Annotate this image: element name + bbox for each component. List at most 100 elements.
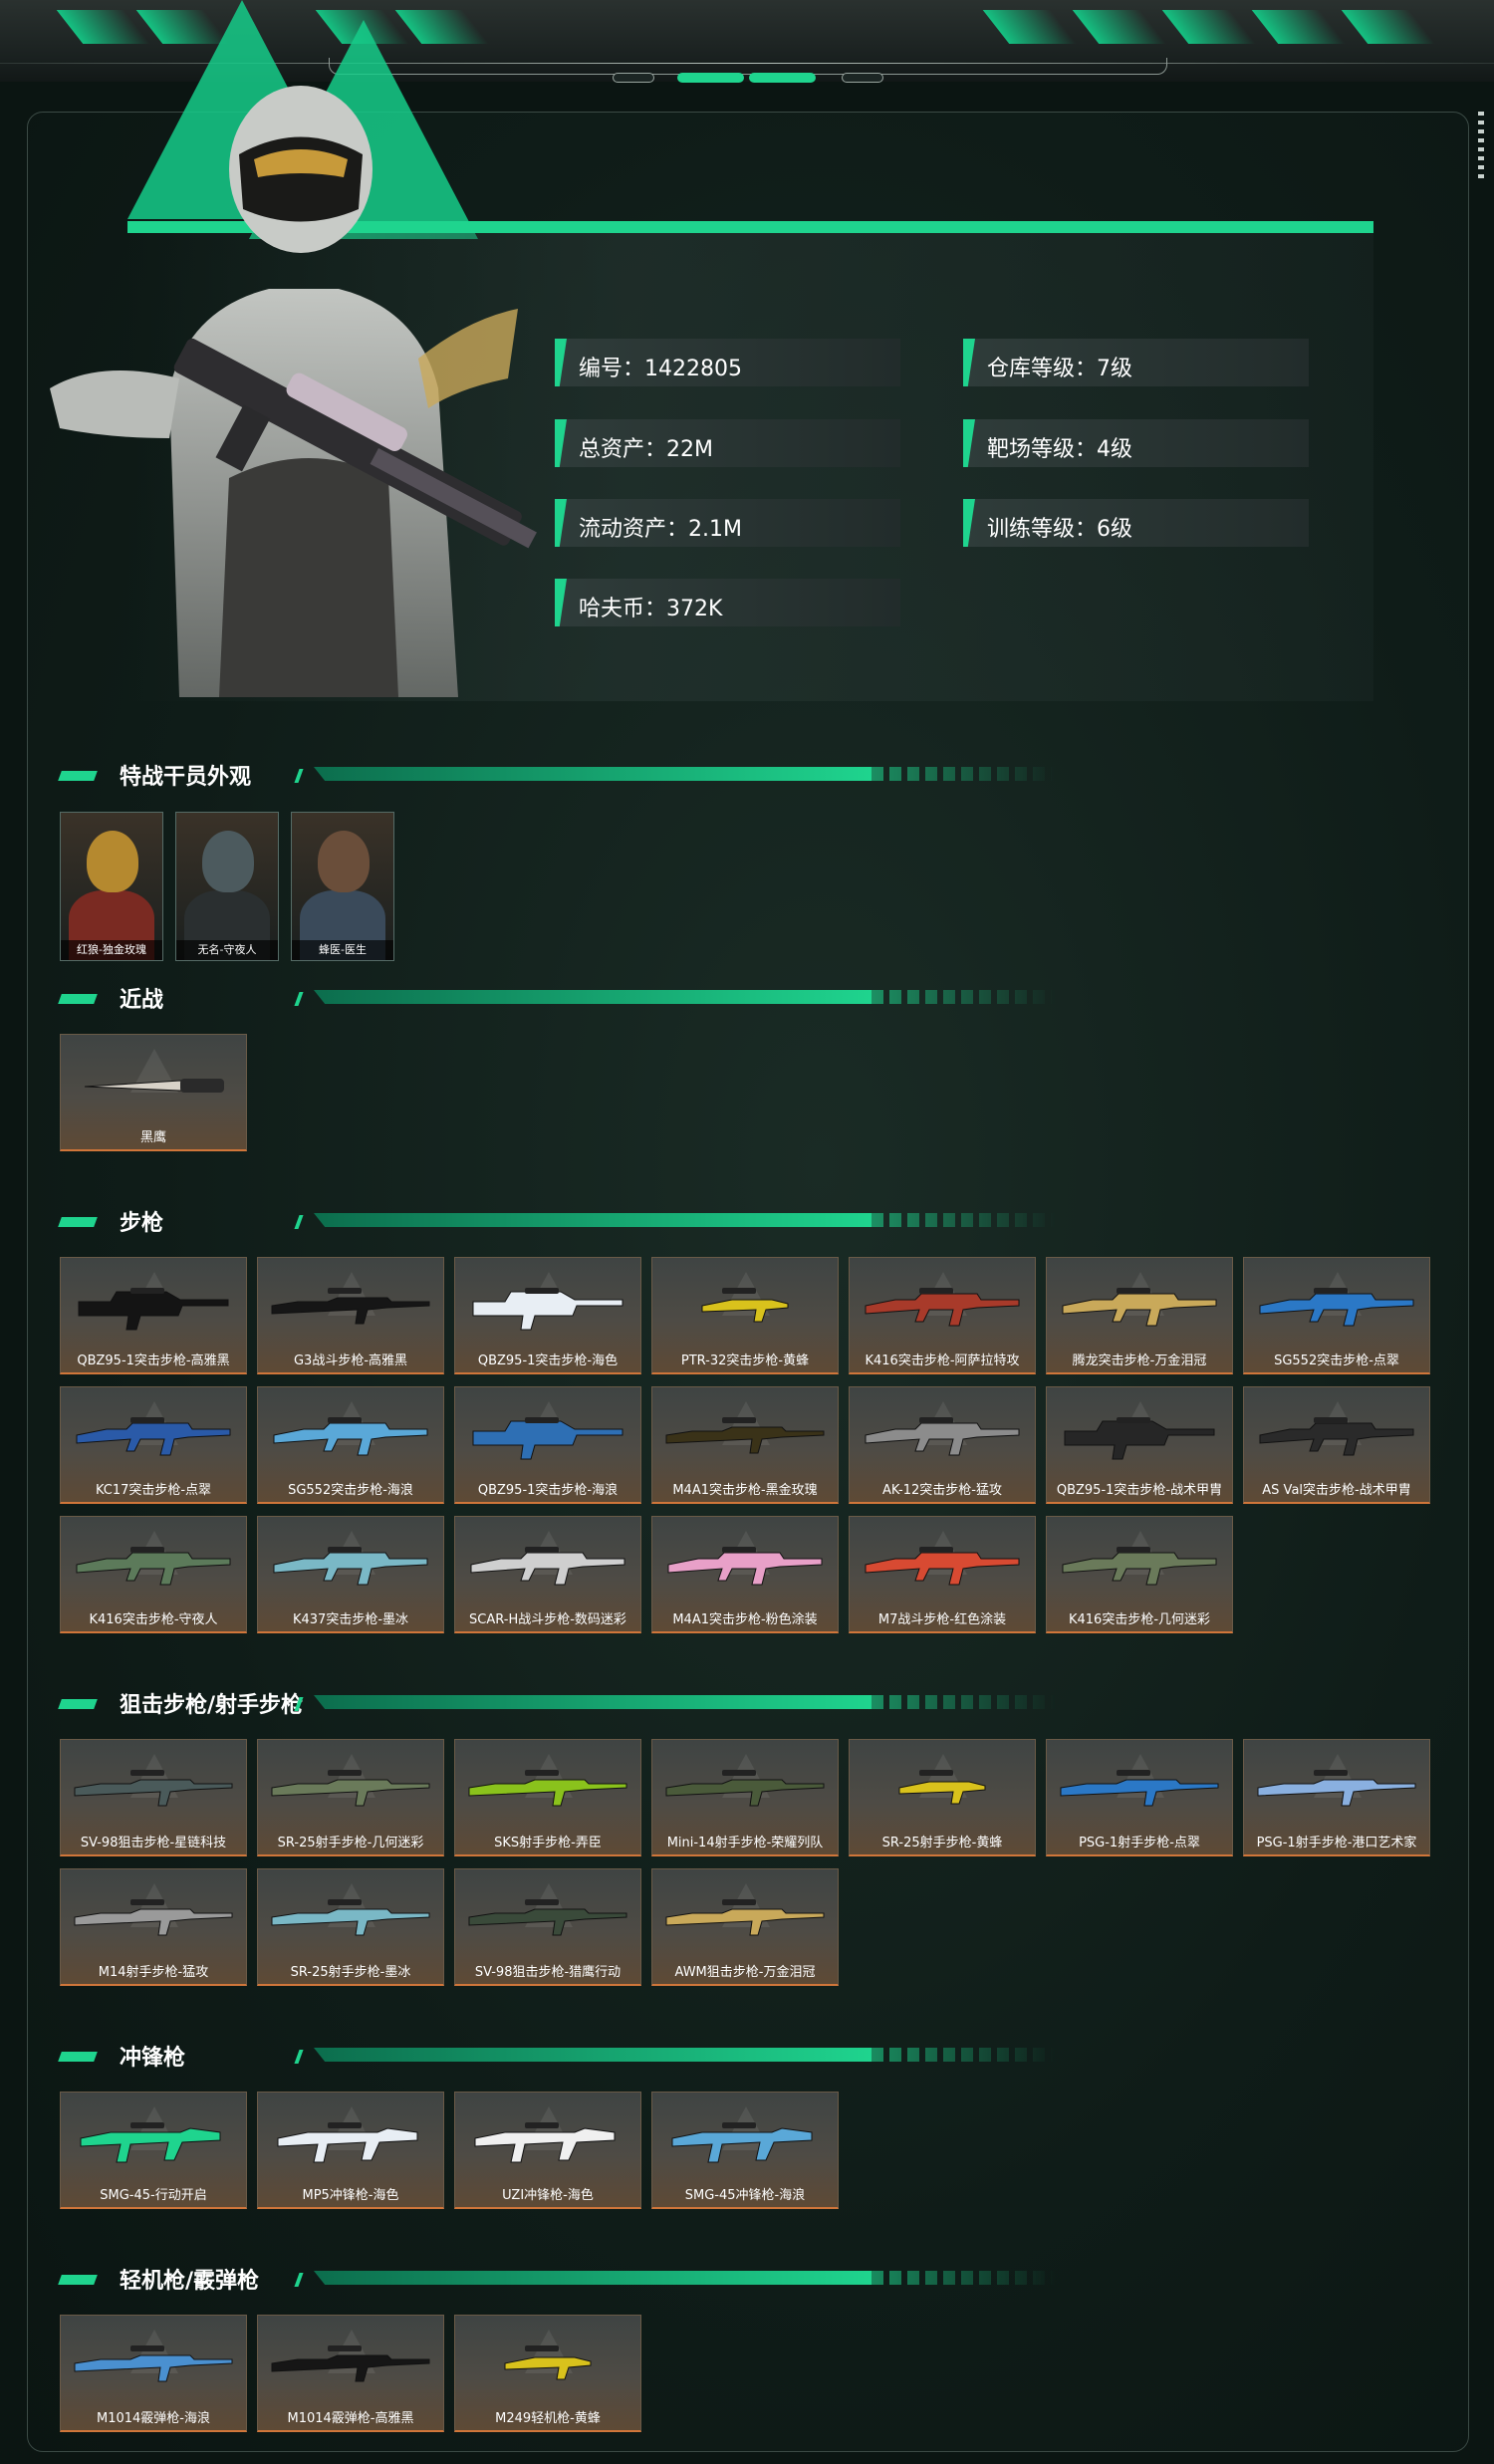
weapon-card[interactable]: SG552突击步枪-点翠 <box>1243 1257 1430 1374</box>
operator-portrait <box>50 86 537 697</box>
weapon-card[interactable]: K416突击步枪-阿萨拉特攻 <box>849 1257 1036 1374</box>
stat-range-level: 靶场等级：4级 <box>963 419 1309 467</box>
weapon-card[interactable]: AWM狙击步枪-万金泪冠 <box>651 1868 839 1986</box>
stat-id: 编号：1422805 <box>555 339 900 386</box>
weapon-card[interactable]: SR-25射手步枪-墨冰 <box>257 1868 444 1986</box>
weapon-card[interactable]: PTR-32突击步枪-黄蜂 <box>651 1257 839 1374</box>
weapon-label: M7战斗步枪-红色涂装 <box>877 1612 1007 1627</box>
scroll-indicator[interactable] <box>1478 112 1484 181</box>
weapon-card[interactable]: QBZ95-1突击步枪-海色 <box>454 1257 641 1374</box>
weapon-image <box>665 1417 825 1454</box>
weapon-card[interactable]: PSG-1射手步枪-港口艺术家 <box>1243 1739 1430 1856</box>
section-header-smgs: 冲锋枪 <box>58 2038 1056 2074</box>
weapon-label: AS Val突击步枪-战术甲胄 <box>1262 1483 1411 1498</box>
weapon-card[interactable]: SMG-45冲锋枪-海浪 <box>651 2092 839 2209</box>
weapon-card[interactable]: M249轻机枪-黄蜂 <box>454 2315 641 2432</box>
weapon-label: UZI冲锋枪-海色 <box>502 2188 594 2203</box>
weapon-label: K416突击步枪-阿萨拉特攻 <box>865 1354 1020 1368</box>
weapon-label: QBZ95-1突击步枪-战术甲胄 <box>1056 1483 1223 1498</box>
weapon-card[interactable]: SMG-45-行动开启 <box>60 2092 247 2209</box>
weapon-label: PSG-1射手步枪-点翠 <box>1079 1836 1200 1850</box>
weapon-image <box>665 1899 825 1936</box>
weapon-card[interactable]: SR-25射手步枪-黄蜂 <box>849 1739 1036 1856</box>
weapon-image <box>271 1770 430 1807</box>
weapon-card[interactable]: Mini-14射手步枪-荣耀列队 <box>651 1739 839 1856</box>
weapon-label: SG552突击步枪-点翠 <box>1274 1354 1399 1368</box>
weapon-label: QBZ95-1突击步枪-海色 <box>477 1354 619 1368</box>
weapon-card[interactable]: K437突击步枪-墨冰 <box>257 1516 444 1633</box>
weapon-label: K416突击步枪-几何迷彩 <box>1068 1612 1211 1627</box>
weapon-image <box>671 2122 813 2163</box>
weapon-image <box>1060 1770 1219 1807</box>
weapon-image <box>865 1417 1020 1456</box>
weapon-card[interactable]: K416突击步枪-几何迷彩 <box>1046 1516 1233 1633</box>
weapon-label: Mini-14射手步枪-荣耀列队 <box>666 1836 824 1850</box>
weapon-label: G3战斗步枪-高雅黑 <box>293 1354 408 1368</box>
weapon-card[interactable]: QBZ95-1突击步枪-高雅黑 <box>60 1257 247 1374</box>
weapon-label: K437突击步枪-墨冰 <box>292 1612 409 1627</box>
weapon-image <box>273 1417 428 1456</box>
weapon-card[interactable]: QBZ95-1突击步枪-海浪 <box>454 1386 641 1504</box>
weapon-image <box>1259 1288 1414 1327</box>
weapon-label: SR-25射手步枪-黄蜂 <box>881 1836 1003 1850</box>
weapon-label: SV-98狙击步枪-星链科技 <box>80 1836 227 1850</box>
weapon-image <box>898 1770 986 1805</box>
weapon-card[interactable]: QBZ95-1突击步枪-战术甲胄 <box>1046 1386 1233 1504</box>
weapon-card[interactable]: SG552突击步枪-海浪 <box>257 1386 444 1504</box>
weapon-card[interactable]: M14射手步枪-猛攻 <box>60 1868 247 1986</box>
weapon-card[interactable]: K416突击步枪-守夜人 <box>60 1516 247 1633</box>
weapon-card[interactable]: SV-98狙击步枪-猎鹰行动 <box>454 1868 641 1986</box>
operator-card[interactable]: 蜂医-医生 <box>291 812 394 961</box>
weapon-label: PTR-32突击步枪-黄蜂 <box>680 1354 810 1368</box>
stat-training-level: 训练等级：6级 <box>963 499 1309 547</box>
weapon-label: MP5冲锋枪-海色 <box>302 2188 399 2203</box>
weapon-card[interactable]: UZI冲锋枪-海色 <box>454 2092 641 2209</box>
weapon-label: SV-98狙击步枪-猎鹰行动 <box>474 1965 622 1980</box>
weapon-card[interactable]: M4A1突击步枪-粉色涂装 <box>651 1516 839 1633</box>
weapon-card[interactable]: SV-98狙击步枪-星链科技 <box>60 1739 247 1856</box>
weapon-card[interactable]: PSG-1射手步枪-点翠 <box>1046 1739 1233 1856</box>
weapon-image <box>667 1547 823 1586</box>
weapon-label: 黑鹰 <box>139 1130 166 1145</box>
weapon-card[interactable]: 腾龙突击步枪-万金泪冠 <box>1046 1257 1233 1374</box>
weapon-card[interactable]: SKS射手步枪-弄臣 <box>454 1739 641 1856</box>
weapon-card[interactable]: 黑鹰 <box>60 1034 247 1151</box>
weapon-label: AK-12突击步枪-猛攻 <box>882 1483 1002 1498</box>
weapon-card[interactable]: AS Val突击步枪-战术甲胄 <box>1243 1386 1430 1504</box>
weapon-image <box>701 1288 789 1323</box>
weapon-card[interactable]: G3战斗步枪-高雅黑 <box>257 1257 444 1374</box>
weapon-image <box>665 1770 825 1807</box>
weapon-card[interactable]: SR-25射手步枪-几何迷彩 <box>257 1739 444 1856</box>
stat-warehouse-level: 仓库等级：7级 <box>963 339 1309 386</box>
weapon-card[interactable]: SCAR-H战斗步枪-数码迷彩 <box>454 1516 641 1633</box>
operator-card[interactable]: 无名-守夜人 <box>175 812 279 961</box>
weapon-image <box>470 1547 625 1586</box>
weapon-image <box>76 1547 231 1586</box>
weapon-image <box>504 2345 592 2380</box>
weapon-image <box>865 1288 1020 1327</box>
weapon-image <box>277 2122 418 2163</box>
weapon-card[interactable]: KC17突击步枪-点翠 <box>60 1386 247 1504</box>
weapon-card[interactable]: M1014霰弹枪-高雅黑 <box>257 2315 444 2432</box>
section-header-melee: 近战 <box>58 980 1056 1016</box>
operator-card[interactable]: 红狼-独金玫瑰 <box>60 812 163 961</box>
weapon-image <box>78 1288 229 1331</box>
weapon-image <box>271 1899 430 1936</box>
header-pill <box>842 73 883 83</box>
weapon-card[interactable]: AK-12突击步枪-猛攻 <box>849 1386 1036 1504</box>
weapon-card[interactable]: MP5冲锋枪-海色 <box>257 2092 444 2209</box>
weapon-card[interactable]: M4A1突击步枪-黑金玫瑰 <box>651 1386 839 1504</box>
weapon-image <box>1062 1288 1217 1327</box>
weapon-label: SMG-45冲锋枪-海浪 <box>684 2188 806 2203</box>
weapon-label: QBZ95-1突击步枪-海浪 <box>477 1483 619 1498</box>
weapon-image <box>1062 1547 1217 1586</box>
header-pill-active <box>749 73 816 83</box>
weapon-label: PSG-1射手步枪-港口艺术家 <box>1256 1836 1417 1850</box>
weapon-label: SR-25射手步枪-墨冰 <box>290 1965 411 1980</box>
weapon-image <box>865 1547 1020 1586</box>
weapon-card[interactable]: M1014霰弹枪-海浪 <box>60 2315 247 2432</box>
weapon-label: SG552突击步枪-海浪 <box>288 1483 413 1498</box>
weapon-label: M1014霰弹枪-海浪 <box>97 2411 210 2426</box>
section-header-operators: 特战干员外观 <box>58 757 1056 793</box>
weapon-card[interactable]: M7战斗步枪-红色涂装 <box>849 1516 1036 1633</box>
